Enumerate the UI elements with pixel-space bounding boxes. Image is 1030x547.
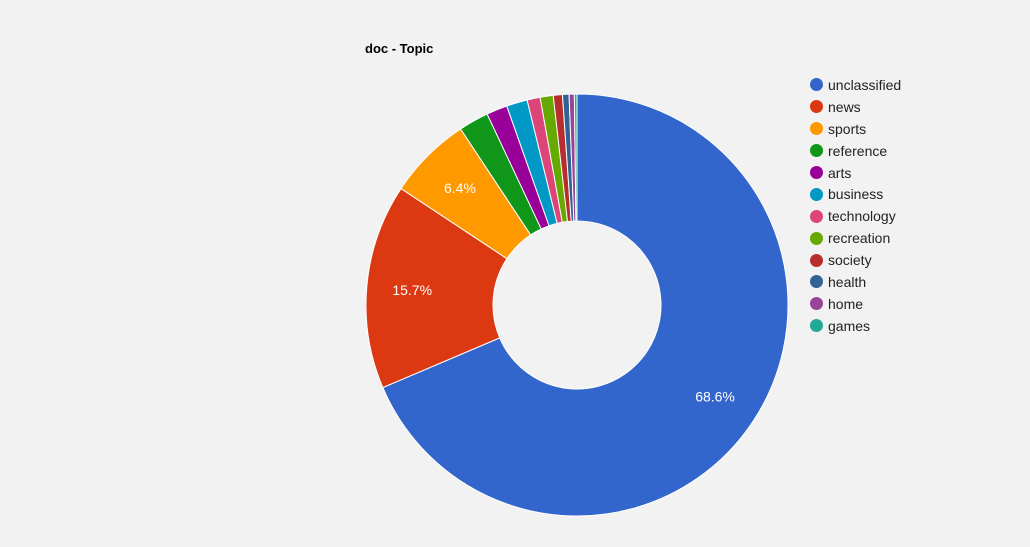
legend-item-arts[interactable]: arts xyxy=(810,162,901,184)
legend-item-sports[interactable]: sports xyxy=(810,118,901,140)
legend-label: technology xyxy=(828,208,896,225)
legend-item-unclassified[interactable]: unclassified xyxy=(810,74,901,96)
legend-label: unclassified xyxy=(828,76,902,93)
legend-item-technology[interactable]: technology xyxy=(810,205,901,227)
data-label-sports: 6.4% xyxy=(444,180,476,196)
legend-swatch-icon xyxy=(810,275,823,289)
legend-swatch-icon xyxy=(810,100,823,114)
legend-swatch-icon xyxy=(810,122,823,136)
legend-label: business xyxy=(828,186,884,203)
legend-item-recreation[interactable]: recreation xyxy=(810,227,901,249)
legend-item-business[interactable]: business xyxy=(810,183,901,205)
legend-item-home[interactable]: home xyxy=(810,293,901,315)
legend-swatch-icon xyxy=(810,297,823,311)
legend-item-reference[interactable]: reference xyxy=(810,140,901,162)
legend-label: recreation xyxy=(828,230,891,247)
legend-label: arts xyxy=(828,164,852,181)
legend-label: games xyxy=(828,317,871,334)
legend-swatch-icon xyxy=(810,166,823,179)
legend-swatch-icon xyxy=(810,144,823,158)
legend-item-health[interactable]: health xyxy=(810,271,901,293)
legend-swatch-icon xyxy=(810,231,823,245)
legend-swatch-icon xyxy=(810,319,823,333)
data-label-news: 15.7% xyxy=(392,282,432,298)
legend-item-news[interactable]: news xyxy=(810,96,901,118)
legend-swatch-icon xyxy=(810,187,823,201)
legend-label: reference xyxy=(828,142,888,159)
legend-label: news xyxy=(828,98,861,115)
legend-label: home xyxy=(828,295,864,312)
legend-label: society xyxy=(828,252,872,269)
legend: unclassified news sports reference arts busin… xyxy=(810,74,901,337)
legend-item-society[interactable]: society xyxy=(810,249,901,271)
legend-swatch-icon xyxy=(810,209,823,223)
legend-swatch-icon xyxy=(810,253,823,267)
data-label-unclassified: 68.6% xyxy=(695,388,735,404)
legend-label: health xyxy=(828,273,867,290)
legend-label: sports xyxy=(828,120,867,137)
legend-swatch-icon xyxy=(810,78,823,92)
legend-item-games[interactable]: games xyxy=(810,315,901,337)
